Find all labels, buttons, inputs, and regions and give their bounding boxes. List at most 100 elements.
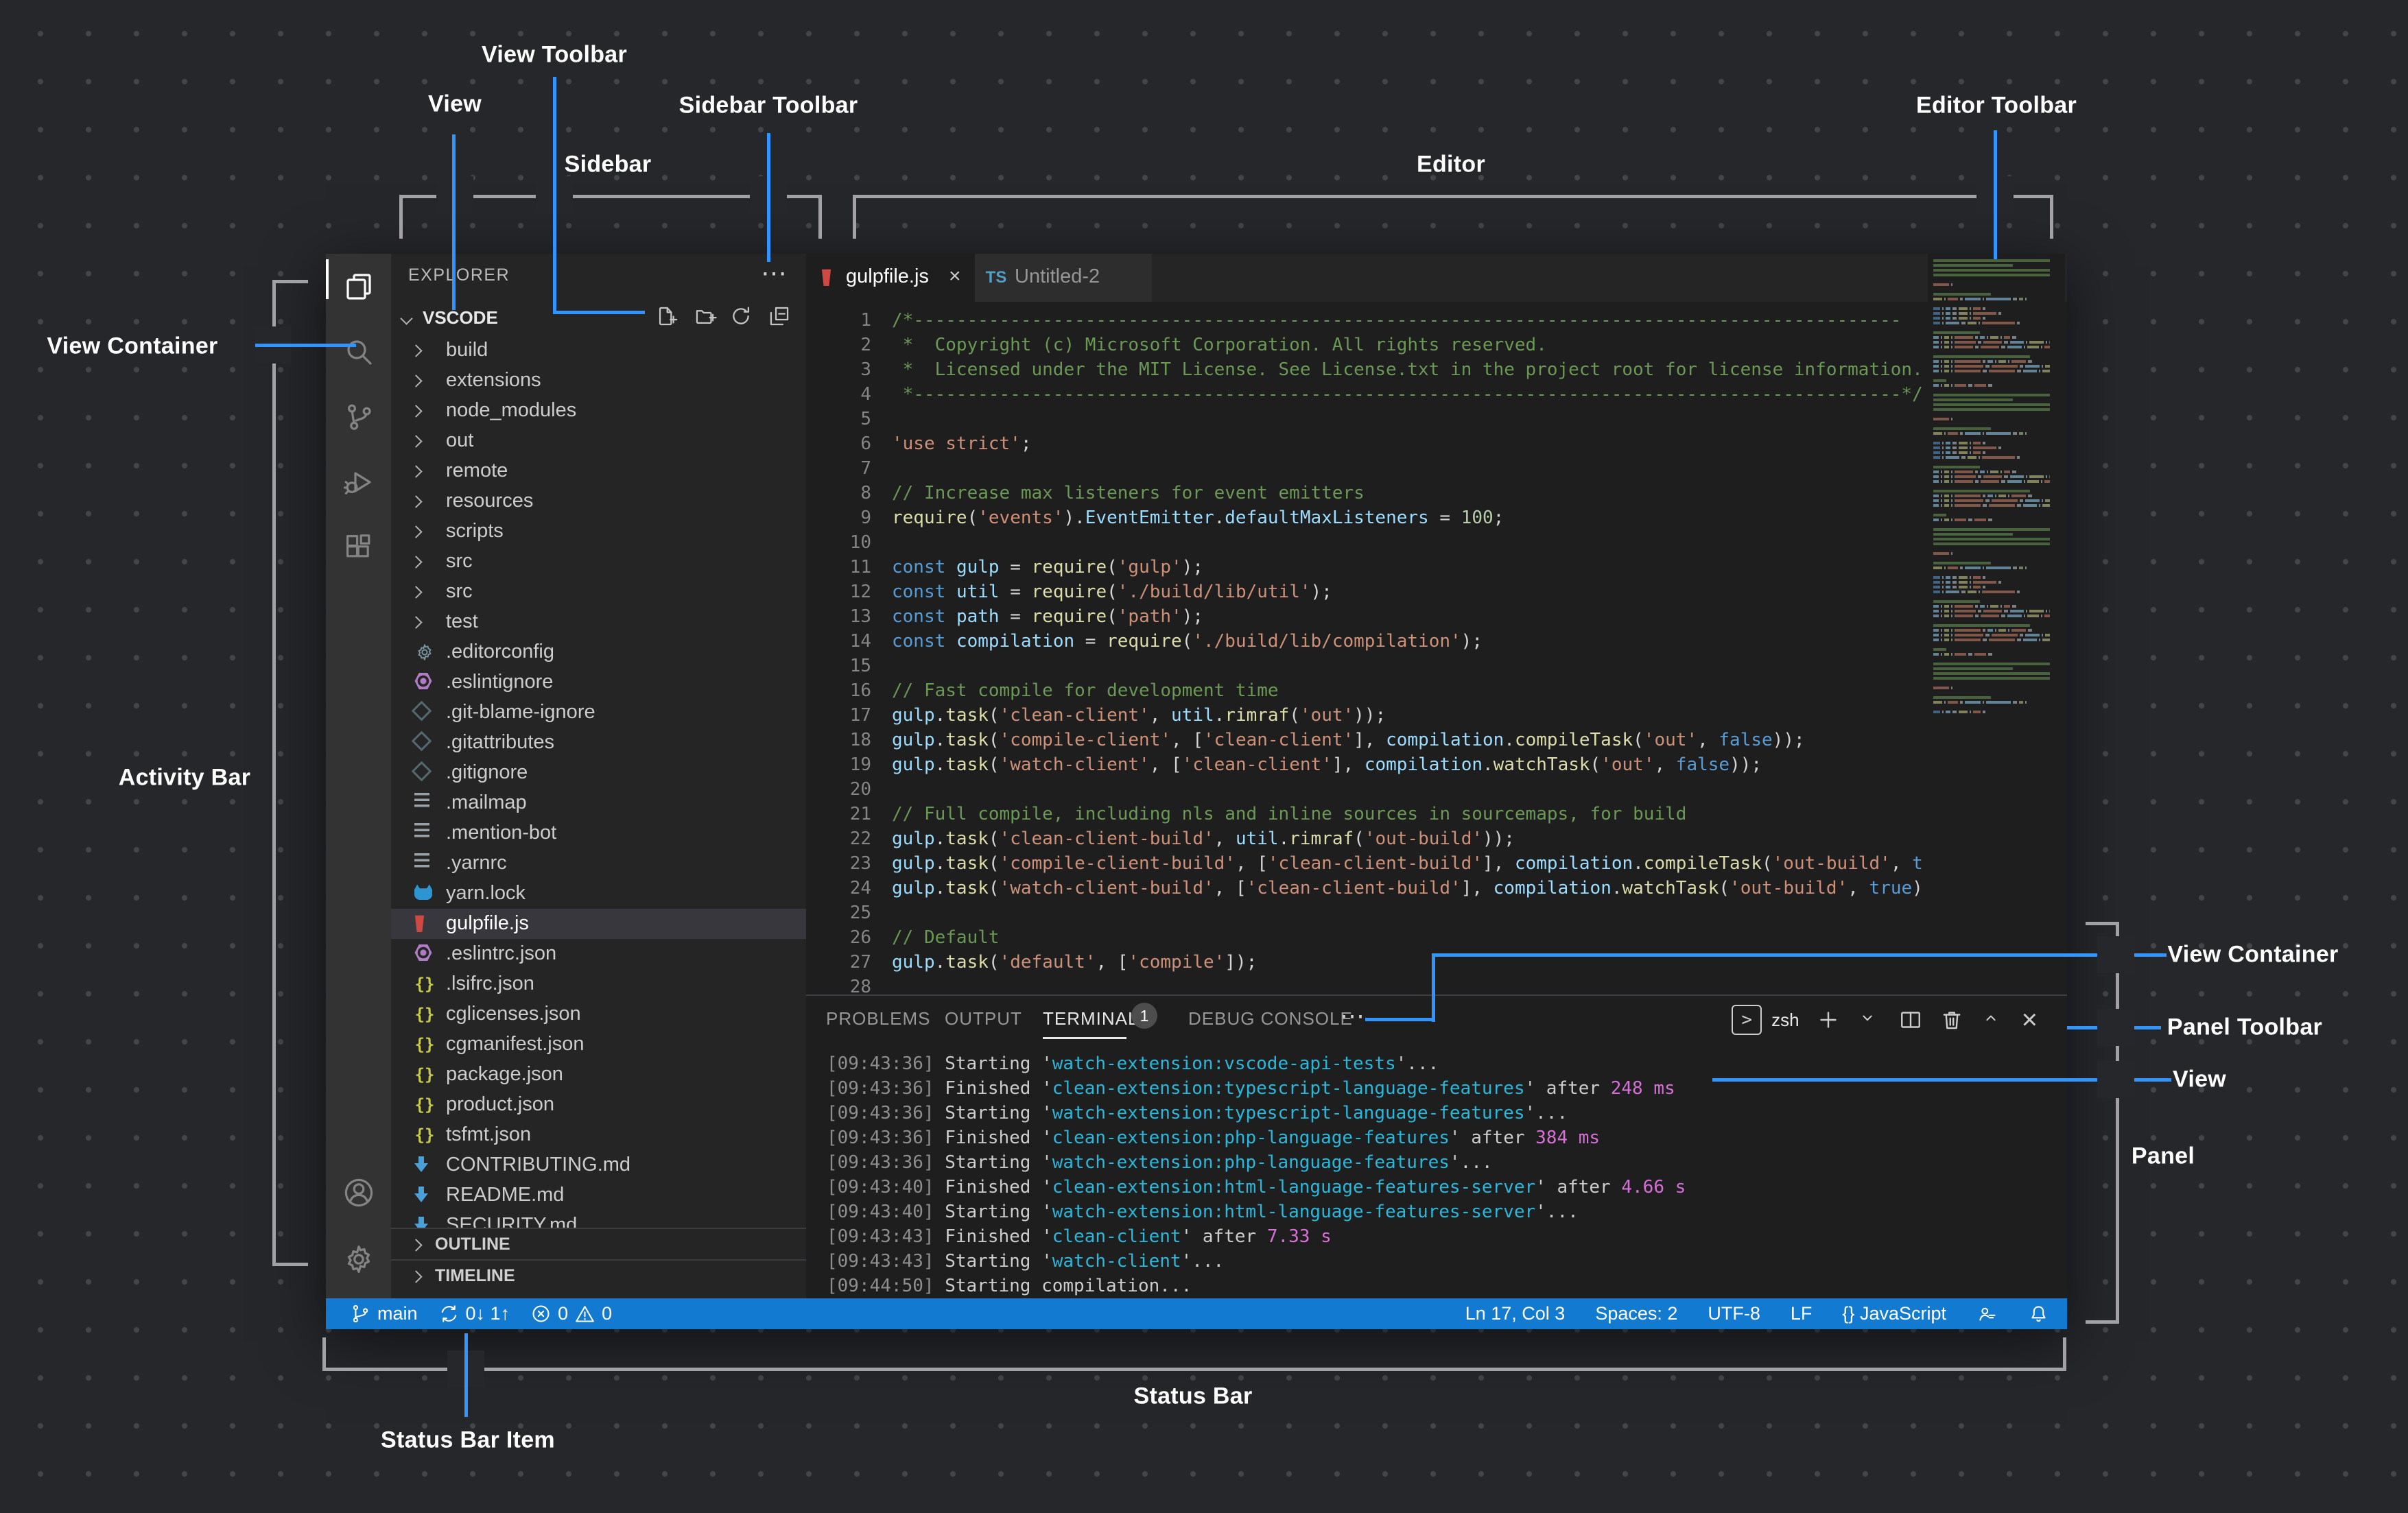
annotation-view-right: View (2172, 1066, 2227, 1093)
problems-status[interactable]: 00 (520, 1298, 622, 1329)
tree-file-cglicenses.json[interactable]: {} cglicenses.json (391, 999, 806, 1029)
trash-icon[interactable] (1939, 1008, 1964, 1032)
tree-folder-remote[interactable]: remote (391, 456, 806, 486)
tree-file-yarn.lock[interactable]: yarn.lock (391, 879, 806, 909)
explorer-icon[interactable] (326, 254, 391, 320)
search-icon[interactable] (326, 319, 391, 385)
tree-file-.gitattributes[interactable]: .gitattributes (391, 728, 806, 758)
split-editor-icon[interactable] (1898, 1008, 1923, 1032)
close-icon[interactable]: × (2022, 1005, 2038, 1035)
tree-file-CONTRIBUTING.md[interactable]: CONTRIBUTING.md (391, 1150, 806, 1180)
tree-file-README.md[interactable]: README.md (391, 1180, 806, 1211)
refresh-icon[interactable] (729, 305, 757, 332)
terminal[interactable]: [09:43:36] Starting 'watch-extension:vsc… (806, 1044, 2067, 1300)
minimap-line (1933, 528, 2050, 531)
token: rimraf (1225, 705, 1290, 726)
tree-item-label: tsfmt.json (446, 1123, 532, 1145)
close-icon[interactable]: × (949, 265, 961, 288)
panel-tab-problems[interactable]: PROBLEMS (826, 1008, 931, 1029)
sidebar-section-outline[interactable]: OUTLINE (391, 1228, 806, 1261)
minimap-token (1941, 586, 1944, 588)
plus-icon[interactable] (1816, 1008, 1841, 1032)
tree-file-.eslintignore[interactable]: .eslintignore (391, 667, 806, 698)
terminal-token: ' after (1449, 1128, 1536, 1148)
terminal-token: clean-client (1052, 1226, 1181, 1247)
tree-folder-extensions[interactable]: extensions (391, 366, 806, 396)
sidebar-more-icon[interactable]: ⋯ (761, 258, 787, 289)
panel-bracket-tick-top (2086, 922, 2119, 925)
sync-status[interactable]: 0↓ 1↑ (428, 1298, 521, 1329)
tab-Untitled-2[interactable]: TS Untitled-2 (975, 254, 1152, 302)
new-file-icon[interactable] (655, 305, 683, 332)
tree-file-.mention-bot[interactable]: .mention-bot (391, 818, 806, 848)
tree-folder-resources[interactable]: resources (391, 486, 806, 516)
minimap-token (2046, 475, 2048, 478)
tree-file-.eslintrc.json[interactable]: .eslintrc.json (391, 939, 806, 969)
minimap-token (1941, 711, 1944, 713)
tree-folder-node_modules[interactable]: node_modules (391, 396, 806, 426)
eol[interactable]: LF (1791, 1298, 1813, 1329)
tree-file-product.json[interactable]: {} product.json (391, 1090, 806, 1120)
tree-folder-src[interactable]: src (391, 547, 806, 577)
tab-gulpfile.js[interactable]: gulpfile.js × (806, 254, 975, 302)
settings-icon[interactable] (326, 1226, 391, 1292)
tree-file-.editorconfig[interactable]: .editorconfig (391, 637, 806, 667)
token: task (945, 754, 989, 775)
panel-more-icon[interactable]: ⋯ (1340, 1001, 1365, 1030)
notifications[interactable] (2028, 1298, 2049, 1329)
panel-tab-terminal[interactable]: TERMINAL (1043, 1008, 1138, 1029)
tree-file-SECURITY.md[interactable]: SECURITY.md (391, 1211, 806, 1228)
tree-file-tsfmt.json[interactable]: {} tsfmt.json (391, 1120, 806, 1150)
extensions-icon[interactable] (326, 514, 391, 580)
minimap-token (1988, 370, 2015, 372)
tree-file-.mailmap[interactable]: .mailmap (391, 788, 806, 818)
tree-folder-scripts[interactable]: scripts (391, 516, 806, 547)
tree-file-.yarnrc[interactable]: .yarnrc (391, 848, 806, 879)
minimap-token (1933, 475, 1939, 478)
tree-file-gulpfile.js[interactable]: gulpfile.js (391, 909, 806, 939)
code-line-text: gulp.task('clean-client-build', util.rim… (892, 829, 1923, 849)
indentation[interactable]: Spaces: 2 (1595, 1298, 1677, 1329)
minimap-token (1933, 667, 2013, 670)
tree-folder-src[interactable]: src (391, 577, 806, 607)
minimap-token (2011, 629, 2026, 632)
source-control-icon[interactable] (326, 384, 391, 450)
tree-file-.git-blame-ignore[interactable]: .git-blame-ignore (391, 698, 806, 728)
token: compilation (1493, 878, 1612, 898)
tree-file-.lsifrc.json[interactable]: {} .lsifrc.json (391, 969, 806, 999)
line-number: 24 (849, 878, 871, 898)
token: . (934, 829, 946, 849)
language-mode[interactable]: {} JavaScript (1842, 1298, 1946, 1329)
warning-icon (574, 1303, 595, 1324)
tree-folder-out[interactable]: out (391, 426, 806, 456)
code-editor[interactable]: 1 /*-------------------------------------… (806, 302, 2067, 994)
panel-tab-debug-console[interactable]: DEBUG CONSOLE (1188, 1008, 1353, 1029)
new-folder-icon[interactable] (694, 305, 721, 332)
account-icon[interactable] (326, 1160, 391, 1226)
collapse-all-icon[interactable] (768, 305, 795, 332)
minimap-token (1933, 384, 1939, 387)
minimap-token (1979, 456, 1981, 459)
chevron-up-icon[interactable] (1981, 1008, 2005, 1032)
minimap-token (1991, 634, 2018, 636)
code-line-21: 21 // Full compile, including nls and inl… (806, 804, 2067, 829)
tree-folder-test[interactable]: test (391, 607, 806, 637)
tree-folder-build[interactable]: build (391, 335, 806, 366)
chevron-down-icon[interactable] (1857, 1008, 1882, 1032)
token: 'watch-client-build' (999, 878, 1214, 898)
panel-tab-output[interactable]: OUTPUT (945, 1008, 1022, 1029)
cursor-position[interactable]: Ln 17, Col 3 (1465, 1298, 1566, 1329)
tree-file-.gitignore[interactable]: .gitignore (391, 758, 806, 788)
terminal-shell-icon[interactable]: > (1732, 1005, 1762, 1035)
run-debug-icon[interactable] (326, 449, 391, 515)
encoding[interactable]: UTF-8 (1708, 1298, 1760, 1329)
minimap[interactable] (1928, 254, 2065, 946)
branch-status[interactable]: main (340, 1298, 428, 1329)
minimap-token (2042, 365, 2044, 368)
chevron-right-icon (410, 586, 423, 599)
tree-file-package.json[interactable]: {} package.json (391, 1060, 806, 1090)
minimap-token (2023, 346, 2025, 348)
sidebar-section-timeline[interactable]: TIMELINE (391, 1259, 806, 1292)
feedback[interactable] (1976, 1298, 1998, 1329)
tree-file-cgmanifest.json[interactable]: {} cgmanifest.json (391, 1029, 806, 1060)
